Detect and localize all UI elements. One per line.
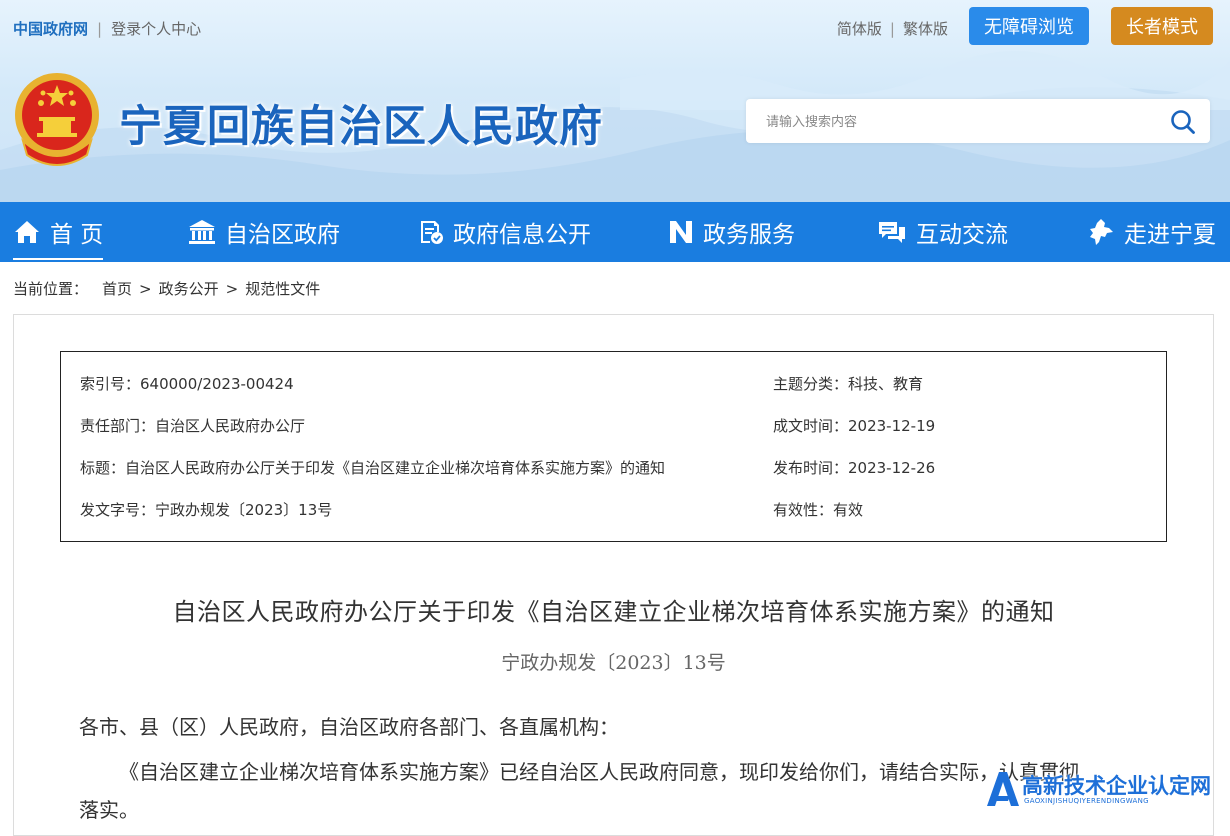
- nav-item-label: 政府信息公开: [453, 222, 591, 248]
- watermark-pinyin: GAOXINJISHUQIYERENDINGWANG: [1024, 797, 1149, 805]
- nav-item-label: 首 页: [50, 222, 104, 248]
- watermark-logo-icon: [987, 772, 1019, 806]
- site-title: 宁夏回族自治区人民政府: [119, 102, 603, 152]
- search-icon[interactable]: [1170, 109, 1196, 135]
- meta-created-date: 成文时间：2023-12-19: [773, 417, 936, 435]
- breadcrumb-item-normative-docs[interactable]: 规范性文件: [245, 278, 320, 299]
- site-header: 中国政府网 | 登录个人中心 简体版 | 繁体版 无障碍浏览 长者模式 宁夏回族…: [0, 0, 1230, 202]
- login-link[interactable]: 登录个人中心: [111, 18, 201, 39]
- document-metadata-table: 索引号：640000/2023-00424 责任部门：自治区人民政府办公厅 标题…: [60, 351, 1167, 542]
- search-box: [746, 99, 1210, 145]
- article-container: 索引号：640000/2023-00424 责任部门：自治区人民政府办公厅 标题…: [13, 314, 1214, 836]
- government-building-icon: [189, 220, 215, 244]
- document-body-line: 《自治区建立企业梯次培育体系实施方案》已经自治区人民政府同意，现印发给你们，请结…: [119, 760, 1079, 784]
- meta-index-no: 索引号：640000/2023-00424: [80, 375, 294, 393]
- topbar-separator: |: [97, 19, 103, 38]
- national-emblem-icon: [15, 73, 99, 166]
- service-n-icon: [670, 221, 692, 243]
- topbar-separator: |: [889, 19, 895, 38]
- breadcrumb-label: 当前位置：: [13, 280, 89, 298]
- nav-item-label: 自治区政府: [225, 222, 340, 248]
- meta-validity: 有效性：有效: [773, 501, 864, 519]
- nav-item-label: 互动交流: [916, 222, 1008, 248]
- meta-topic: 主题分类：科技、教育: [773, 375, 924, 393]
- main-nav: 首 页 自治区政府 政府信息公开 政务服务 互动交流 走进宁夏: [0, 202, 1230, 262]
- topbar-left: 中国政府网 | 登录个人中心: [13, 18, 201, 39]
- breadcrumb-separator: >: [139, 279, 152, 298]
- nav-item-label: 政务服务: [703, 222, 795, 248]
- breadcrumb-item-gov-affairs[interactable]: 政务公开: [159, 278, 219, 299]
- simplified-link[interactable]: 简体版: [837, 18, 882, 39]
- nav-item-home[interactable]: 首 页: [13, 202, 104, 262]
- chat-bubble-icon: [879, 222, 905, 243]
- language-switch: 简体版 | 繁体版: [837, 18, 948, 39]
- nav-item-ningxia[interactable]: 走进宁夏: [1087, 202, 1216, 262]
- document-body-line: 落实。: [79, 798, 139, 822]
- document-title: 自治区人民政府办公厅关于印发《自治区建立企业梯次培育体系实施方案》的通知: [172, 598, 1055, 626]
- search-input[interactable]: [746, 99, 1168, 145]
- watermark-text: 高新技术企业认定网: [1022, 774, 1211, 798]
- document-number: 宁政办规发〔2023〕13号: [501, 652, 726, 674]
- elder-mode-button[interactable]: 长者模式: [1111, 7, 1213, 45]
- nav-item-services[interactable]: 政务服务: [668, 202, 795, 262]
- accessibility-button[interactable]: 无障碍浏览: [969, 7, 1089, 45]
- watermark: 高新技术企业认定网 GAOXINJISHUQIYERENDINGWANG: [983, 768, 1230, 808]
- ningxia-map-icon: [1090, 219, 1113, 245]
- breadcrumb-item-home[interactable]: 首页: [102, 278, 132, 299]
- document-salutation: 各市、县（区）人民政府，自治区政府各部门、各直属机构：: [79, 715, 619, 739]
- nav-item-interaction[interactable]: 互动交流: [877, 202, 1008, 262]
- meta-department: 责任部门：自治区人民政府办公厅: [80, 417, 306, 435]
- document-check-icon: [421, 221, 443, 244]
- nav-item-info-disclosure[interactable]: 政府信息公开: [418, 202, 591, 262]
- traditional-link[interactable]: 繁体版: [903, 18, 948, 39]
- nav-item-government[interactable]: 自治区政府: [188, 202, 340, 262]
- breadcrumb: 当前位置： 首页 > 政务公开 > 规范性文件: [13, 278, 320, 299]
- meta-title: 标题：自治区人民政府办公厅关于印发《自治区建立企业梯次培育体系实施方案》的通知: [80, 459, 666, 477]
- meta-published-date: 发布时间：2023-12-26: [773, 459, 936, 477]
- home-icon: [15, 221, 39, 243]
- nav-item-label: 走进宁夏: [1124, 222, 1216, 248]
- gov-portal-link[interactable]: 中国政府网: [13, 18, 88, 39]
- meta-doc-number: 发文字号：宁政办规发〔2023〕13号: [80, 501, 333, 519]
- breadcrumb-separator: >: [225, 279, 239, 298]
